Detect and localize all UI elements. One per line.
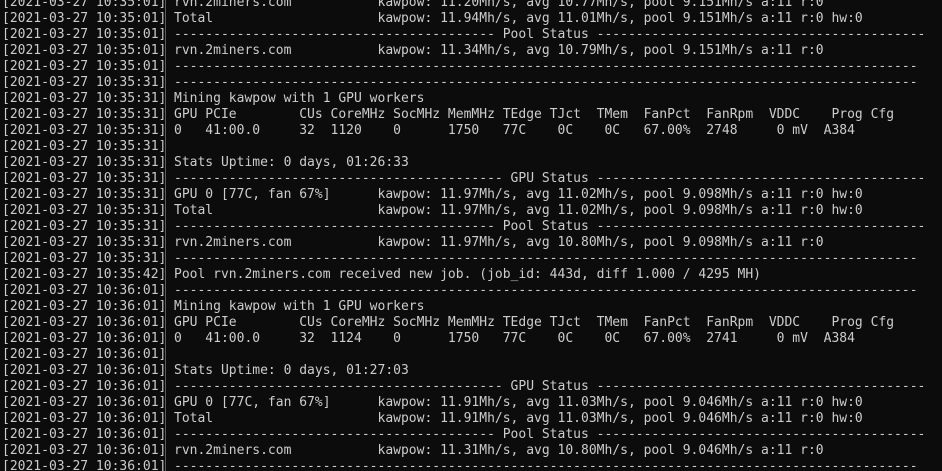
log-message: ----------------------------------------… (174, 219, 926, 234)
log-message: rvn.2miners.com kawpow: 11.31Mh/s, avg 1… (174, 443, 824, 458)
log-message: Pool rvn.2miners.com received new job. (… (174, 267, 761, 282)
log-message: Stats Uptime: 0 days, 01:26:33 (174, 155, 409, 170)
log-timestamp: [2021-03-27 10:35:01] (2, 59, 166, 74)
log-timestamp: [2021-03-27 10:35:31] (2, 91, 166, 106)
log-line: [2021-03-27 10:36:01] 0 41:00.0 32 1124 0… (0, 331, 942, 347)
log-timestamp: [2021-03-27 10:36:01] (2, 347, 166, 362)
log-line: [2021-03-27 10:36:01] Stats Uptime: 0 day… (0, 363, 942, 379)
log-timestamp: [2021-03-27 10:35:31] (2, 219, 166, 234)
log-timestamp: [2021-03-27 10:35:31] (2, 203, 166, 218)
log-line: [2021-03-27 10:35:01] -------------------… (0, 59, 942, 75)
log-message: ----------------------------------------… (174, 459, 918, 471)
log-timestamp: [2021-03-27 10:36:01] (2, 459, 166, 471)
log-line: [2021-03-27 10:35:01] Total kawpow: 11.94… (0, 11, 942, 27)
log-message: GPU PCIe CUs CoreMHz SocMHz MemMHz TEdge… (174, 315, 895, 330)
log-message: ----------------------------------------… (174, 427, 926, 442)
log-line: [2021-03-27 10:36:01] Mining kawpow with … (0, 299, 942, 315)
log-line: [2021-03-27 10:35:31] -------------------… (0, 219, 942, 235)
log-line: [2021-03-27 10:35:42] Pool rvn.2miners.co… (0, 267, 942, 283)
log-timestamp: [2021-03-27 10:35:31] (2, 187, 166, 202)
log-message: 0 41:00.0 32 1124 0 1750 77C 0C 0C 67.00… (174, 331, 855, 346)
log-message: Total kawpow: 11.94Mh/s, avg 11.01Mh/s, … (174, 11, 863, 26)
log-timestamp: [2021-03-27 10:36:01] (2, 427, 166, 442)
log-line: [2021-03-27 10:35:31] Mining kawpow with … (0, 91, 942, 107)
log-line: [2021-03-27 10:36:01] (0, 347, 942, 363)
log-message: Stats Uptime: 0 days, 01:27:03 (174, 363, 409, 378)
log-timestamp: [2021-03-27 10:35:31] (2, 75, 166, 90)
log-line: [2021-03-27 10:36:01] -------------------… (0, 283, 942, 299)
log-line: [2021-03-27 10:35:31] 0 41:00.0 32 1120 0… (0, 123, 942, 139)
log-message: Mining kawpow with 1 GPU workers (174, 91, 425, 106)
log-line: [2021-03-27 10:35:31] Total kawpow: 11.97… (0, 203, 942, 219)
log-timestamp: [2021-03-27 10:35:31] (2, 235, 166, 250)
log-message: ----------------------------------------… (174, 171, 926, 186)
log-line: [2021-03-27 10:35:01] -------------------… (0, 27, 942, 43)
log-line: [2021-03-27 10:36:01] -------------------… (0, 379, 942, 395)
log-message: rvn.2miners.com kawpow: 11.34Mh/s, avg 1… (174, 43, 824, 58)
log-timestamp: [2021-03-27 10:35:42] (2, 267, 166, 282)
log-message: GPU 0 [77C, fan 67%] kawpow: 11.91Mh/s, … (174, 395, 863, 410)
log-timestamp: [2021-03-27 10:35:31] (2, 251, 166, 266)
log-message (166, 139, 174, 155)
terminal-output: [2021-03-27 10:35:01] rvn.2miners.com kaw… (0, 0, 942, 471)
log-timestamp: [2021-03-27 10:36:01] (2, 283, 166, 298)
log-message: ----------------------------------------… (174, 27, 926, 42)
log-timestamp: [2021-03-27 10:36:01] (2, 331, 166, 346)
log-timestamp: [2021-03-27 10:36:01] (2, 315, 166, 330)
log-message: ----------------------------------------… (174, 59, 918, 74)
log-message: ----------------------------------------… (174, 75, 918, 90)
log-timestamp: [2021-03-27 10:36:01] (2, 395, 166, 410)
log-line: [2021-03-27 10:35:31] GPU PCIe CUs CoreMH… (0, 107, 942, 123)
log-line: [2021-03-27 10:35:31] -------------------… (0, 75, 942, 91)
log-timestamp: [2021-03-27 10:36:01] (2, 411, 166, 426)
log-timestamp: [2021-03-27 10:35:31] (2, 139, 166, 154)
log-message: Total kawpow: 11.97Mh/s, avg 11.02Mh/s, … (174, 203, 863, 218)
log-timestamp: [2021-03-27 10:35:01] (2, 11, 166, 26)
log-line: [2021-03-27 10:36:01] GPU PCIe CUs CoreMH… (0, 315, 942, 331)
log-timestamp: [2021-03-27 10:36:01] (2, 299, 166, 314)
terminal-window[interactable]: [2021-03-27 10:35:01] rvn.2miners.com kaw… (0, 0, 942, 471)
log-timestamp: [2021-03-27 10:35:31] (2, 107, 166, 122)
log-timestamp: [2021-03-27 10:35:01] (2, 0, 166, 10)
log-message: GPU 0 [77C, fan 67%] kawpow: 11.97Mh/s, … (174, 187, 863, 202)
log-timestamp: [2021-03-27 10:35:01] (2, 43, 166, 58)
log-message: rvn.2miners.com kawpow: 11.97Mh/s, avg 1… (174, 235, 824, 250)
log-message: ----------------------------------------… (174, 251, 918, 266)
log-line: [2021-03-27 10:35:31] -------------------… (0, 171, 942, 187)
log-timestamp: [2021-03-27 10:35:01] (2, 27, 166, 42)
log-message (166, 347, 174, 363)
log-line: [2021-03-27 10:35:01] rvn.2miners.com kaw… (0, 43, 942, 59)
log-message: Mining kawpow with 1 GPU workers (174, 299, 425, 314)
log-message: rvn.2miners.com kawpow: 11.20Mh/s, avg 1… (174, 0, 824, 10)
log-line: [2021-03-27 10:36:01] rvn.2miners.com kaw… (0, 443, 942, 459)
timestamp-separator (165, 0, 166, 471)
log-timestamp: [2021-03-27 10:35:31] (2, 155, 166, 170)
log-line: [2021-03-27 10:36:01] -------------------… (0, 427, 942, 443)
log-line: [2021-03-27 10:35:31] -------------------… (0, 251, 942, 267)
log-timestamp: [2021-03-27 10:36:01] (2, 443, 166, 458)
log-line: [2021-03-27 10:35:01] rvn.2miners.com kaw… (0, 0, 942, 11)
log-line: [2021-03-27 10:35:31] (0, 139, 942, 155)
log-line: [2021-03-27 10:35:31] GPU 0 [77C, fan 67%… (0, 187, 942, 203)
log-timestamp: [2021-03-27 10:36:01] (2, 379, 166, 394)
log-message: ----------------------------------------… (174, 379, 926, 394)
log-message: GPU PCIe CUs CoreMHz SocMHz MemMHz TEdge… (174, 107, 895, 122)
log-line: [2021-03-27 10:36:01] Total kawpow: 11.91… (0, 411, 942, 427)
log-timestamp: [2021-03-27 10:35:31] (2, 171, 166, 186)
log-message: Total kawpow: 11.91Mh/s, avg 11.03Mh/s, … (174, 411, 863, 426)
log-line: [2021-03-27 10:36:01] GPU 0 [77C, fan 67%… (0, 395, 942, 411)
log-message: ----------------------------------------… (174, 283, 918, 298)
log-line: [2021-03-27 10:35:31] Stats Uptime: 0 day… (0, 155, 942, 171)
log-line: [2021-03-27 10:35:31] rvn.2miners.com kaw… (0, 235, 942, 251)
log-line: [2021-03-27 10:36:01] -------------------… (0, 459, 942, 471)
log-timestamp: [2021-03-27 10:35:31] (2, 123, 166, 138)
log-message: 0 41:00.0 32 1120 0 1750 77C 0C 0C 67.00… (174, 123, 855, 138)
log-timestamp: [2021-03-27 10:36:01] (2, 363, 166, 378)
